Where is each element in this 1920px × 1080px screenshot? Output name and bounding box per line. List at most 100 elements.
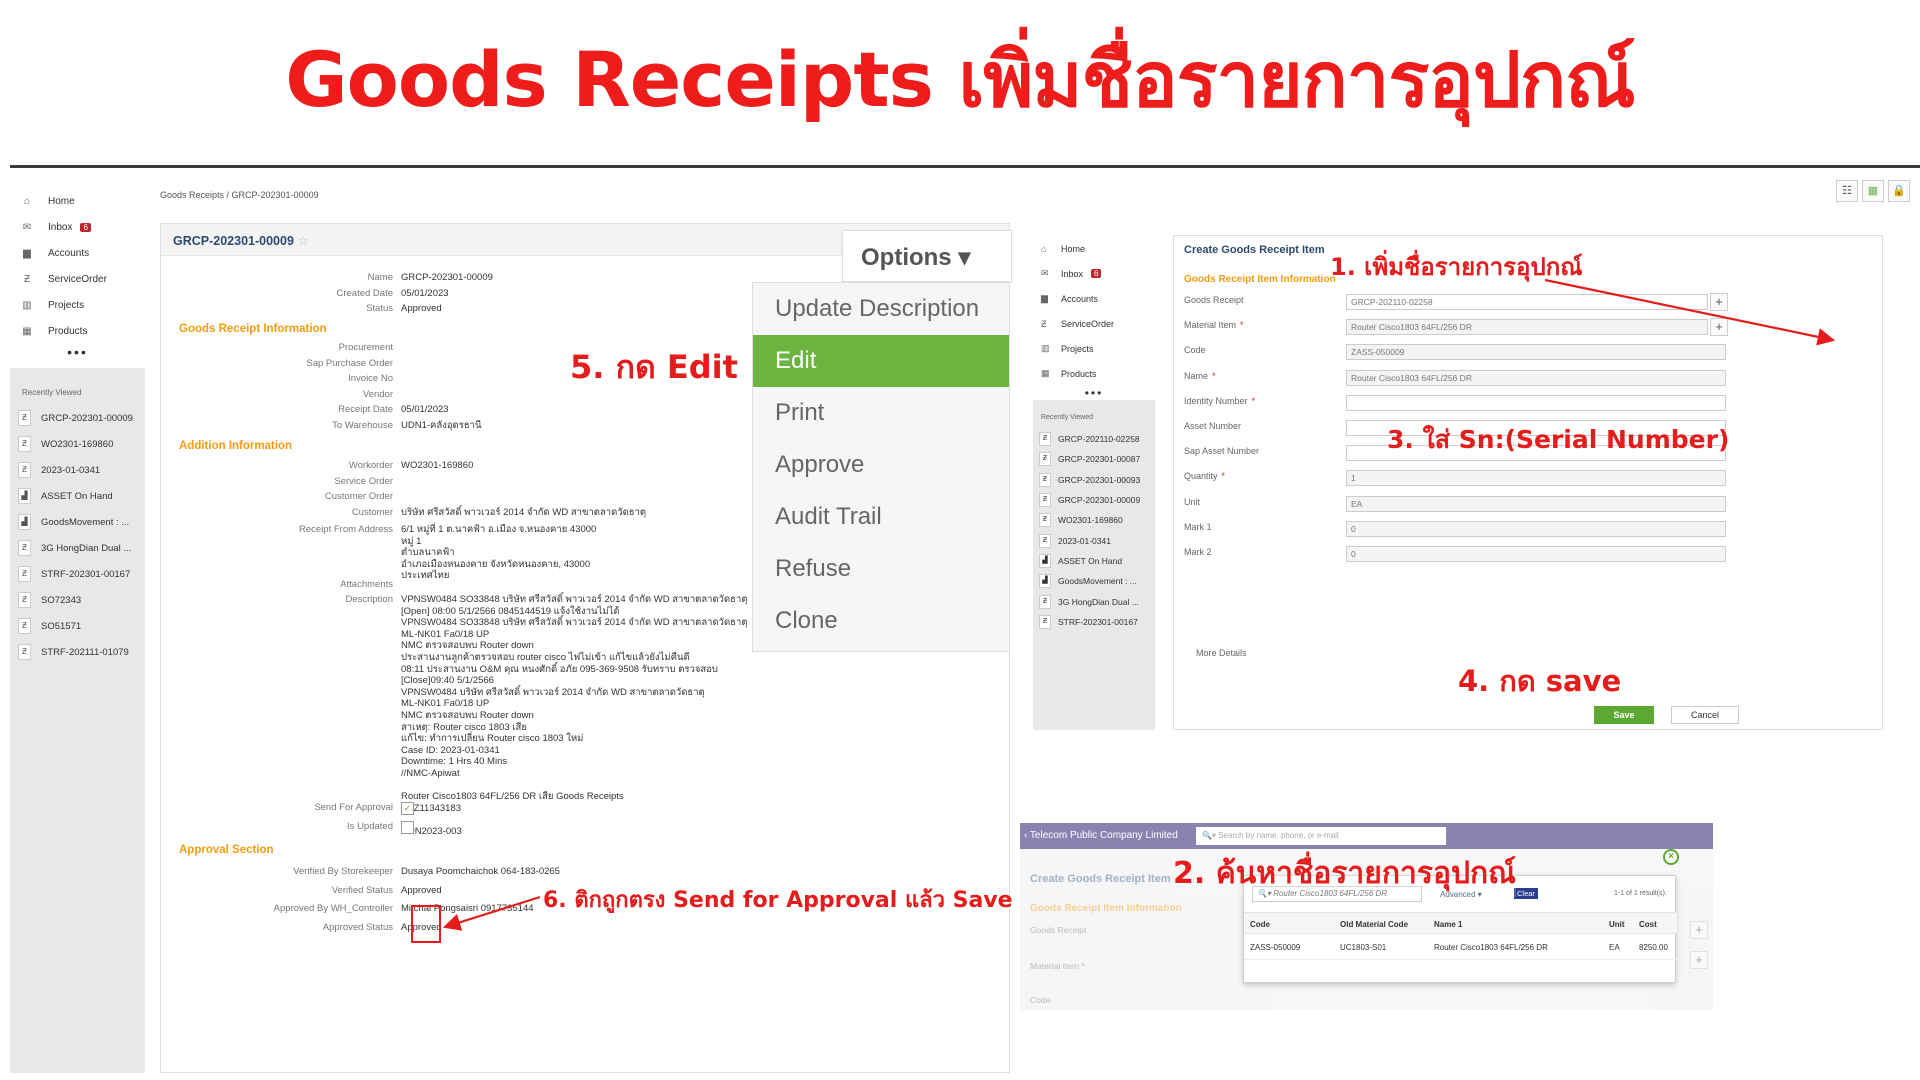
- recent-item-label: STRF-202301-00167: [41, 568, 131, 580]
- more-icon[interactable]: •••: [1033, 386, 1155, 400]
- required-mark: *: [1240, 320, 1244, 331]
- col-cost: Cost: [1639, 920, 1657, 929]
- bg-form-section: Goods Receipt Item Information: [1030, 903, 1182, 914]
- options-menu-item[interactable]: Print: [753, 387, 1009, 439]
- cell-unit: EA: [1609, 943, 1620, 952]
- recent-item[interactable]: ▟ GoodsMovement : ...: [1033, 571, 1155, 591]
- recent-item[interactable]: Ƶ 2023-01-0341: [1033, 530, 1155, 550]
- more-details-link[interactable]: More Details: [1196, 648, 1247, 658]
- options-menu-item[interactable]: Approve: [753, 439, 1009, 491]
- form-input[interactable]: 0: [1346, 546, 1726, 562]
- field-label: Procurement: [338, 342, 393, 353]
- field-value: WO2301-169860: [401, 460, 474, 471]
- recent-item[interactable]: Ƶ GRCP-202301-00009: [1033, 490, 1155, 510]
- is-updated-checkbox[interactable]: [401, 821, 414, 834]
- field-value: UDN1-คลังอุดรธานี: [401, 419, 482, 431]
- sidebar-item-inbox[interactable]: ✉ Inbox 6: [1033, 261, 1155, 286]
- sidebar-item-label: Products: [1061, 368, 1097, 379]
- lock-icon[interactable]: 🔒: [1888, 180, 1910, 202]
- recent-item[interactable]: Ƶ SO51571: [10, 613, 145, 639]
- sidebar-item-accounts[interactable]: ▆ Accounts: [10, 240, 145, 266]
- recent-item[interactable]: Ƶ 3G HongDian Dual ...: [1033, 591, 1155, 611]
- home-icon: ⌂: [1041, 243, 1047, 254]
- field-row: Procurement: [161, 342, 401, 353]
- options-menu-item[interactable]: Edit: [753, 335, 1009, 387]
- close-icon[interactable]: ×: [1663, 849, 1679, 865]
- grid-icon[interactable]: ▦: [1862, 180, 1884, 202]
- bg-label: Code: [1030, 995, 1051, 1005]
- table-header: Code Old Material Code Name 1 Unit Cost: [1244, 912, 1677, 934]
- label-text: Quantity: [1184, 471, 1218, 482]
- form-field-label: Code: [1184, 345, 1210, 355]
- annotation-6: 6. ติกถูกตรง Send for Approval แล้ว Save: [543, 888, 1013, 913]
- filter-icon[interactable]: ☷: [1836, 180, 1858, 202]
- breadcrumb[interactable]: Goods Receipts / GRCP-202301-00009: [160, 190, 319, 200]
- form-input[interactable]: EA: [1346, 495, 1726, 512]
- record-icon: ▟: [1039, 574, 1051, 589]
- form-input[interactable]: ZASS-050009: [1346, 344, 1726, 361]
- record-icon: ▟: [1039, 553, 1051, 568]
- bg-label: Goods Receipt: [1030, 925, 1087, 935]
- global-search-input[interactable]: 🔍▾ Search by name, phone, or e-mail: [1196, 827, 1446, 845]
- recent-item[interactable]: Ƶ WO2301-169860: [1033, 510, 1155, 530]
- recently-viewed-header: Recently Viewed: [1041, 414, 1094, 421]
- form-input[interactable]: GRCP-202110-02258: [1346, 294, 1708, 310]
- recent-item[interactable]: Ƶ STRF-202301-00167: [1033, 612, 1155, 632]
- options-menu-item[interactable]: Audit Trail: [753, 491, 1009, 543]
- recent-item[interactable]: Ƶ WO2301-169860: [10, 431, 145, 457]
- record-icon: Ƶ: [1039, 594, 1051, 609]
- accounts-icon: ▆: [1041, 293, 1048, 303]
- recent-item[interactable]: Ƶ STRF-202301-00167: [10, 561, 145, 587]
- recent-item[interactable]: ▟ ASSET On Hand: [10, 483, 145, 509]
- options-menu-item[interactable]: Refuse: [753, 543, 1009, 595]
- clear-button[interactable]: Clear: [1514, 888, 1538, 899]
- sidebar-item-serviceorder[interactable]: Ƶ ServiceOrder: [10, 266, 145, 292]
- recent-item-label: SO51571: [41, 620, 82, 632]
- record-icon: Ƶ: [18, 462, 31, 478]
- recent-item[interactable]: ▟ ASSET On Hand: [1033, 551, 1155, 571]
- sidebar-item-projects[interactable]: ▥ Projects: [10, 292, 145, 318]
- recent-item[interactable]: Ƶ STRF-202111-01079: [10, 639, 145, 665]
- plus-icon[interactable]: +: [1710, 318, 1728, 337]
- recent-item[interactable]: Ƶ SO72343: [10, 587, 145, 613]
- sidebar-item-inbox[interactable]: ✉ Inbox 6: [10, 214, 145, 240]
- star-icon[interactable]: ☆: [298, 234, 309, 248]
- recent-item[interactable]: Ƶ 2023-01-0341: [10, 457, 145, 483]
- sidebar-item-projects[interactable]: ▥ Projects: [1033, 336, 1155, 361]
- sidebar-item-home[interactable]: ⌂ Home: [10, 188, 145, 214]
- options-menu-item[interactable]: Update Description: [753, 283, 1009, 335]
- form-section: Goods Receipt Item Information: [1184, 274, 1336, 285]
- sidebar-item-products[interactable]: ▦ Products: [10, 318, 145, 344]
- field-label: Receipt Date: [338, 404, 393, 415]
- field-value: Approved: [401, 303, 442, 314]
- form-input[interactable]: 0: [1346, 520, 1726, 537]
- save-button[interactable]: Save: [1594, 706, 1654, 724]
- cancel-button[interactable]: Cancel: [1671, 706, 1739, 724]
- recent-item[interactable]: ▟ GoodsMovement : ...: [10, 509, 145, 535]
- plus-icon[interactable]: +: [1710, 293, 1728, 311]
- options-button[interactable]: Options ▾: [842, 230, 1012, 282]
- recent-item[interactable]: Ƶ 3G HongDian Dual ...: [10, 535, 145, 561]
- recent-item[interactable]: Ƶ GRCP-202110-02258: [1033, 429, 1155, 449]
- sidebar-item-products[interactable]: ▦ Products: [1033, 361, 1155, 386]
- form-field-label: Mark 1: [1184, 522, 1216, 532]
- sidebar-item-serviceorder[interactable]: Ƶ ServiceOrder: [1033, 311, 1155, 336]
- form-input[interactable]: [1346, 394, 1726, 411]
- recent-item[interactable]: Ƶ GRCP-202301-00093: [1033, 470, 1155, 490]
- send-for-approval-checkbox[interactable]: ✓: [401, 802, 414, 815]
- recent-item[interactable]: Ƶ GRCP-202301-00009: [10, 405, 145, 431]
- options-menu-item[interactable]: Clone: [753, 595, 1009, 647]
- sidebar-item-home[interactable]: ⌂ Home: [1033, 236, 1155, 261]
- table-row[interactable]: ZASS-050009 UC1803-S01 Router Cisco1803 …: [1244, 934, 1677, 960]
- form-input[interactable]: Router Cisco1803 64FL/256 DR: [1346, 319, 1708, 336]
- more-icon[interactable]: •••: [10, 344, 145, 360]
- sidebar-item-accounts[interactable]: ▆ Accounts: [1033, 286, 1155, 311]
- label-text: Mark 1: [1184, 521, 1212, 532]
- cell-name: Router Cisco1803 64FL/256 DR: [1434, 943, 1548, 952]
- toolbar: ☷ ▦ 🔒: [1836, 180, 1910, 202]
- field-row: Service Order: [161, 476, 401, 487]
- record-icon: Ƶ: [1039, 452, 1051, 467]
- recent-item[interactable]: Ƶ GRCP-202301-00087: [1033, 449, 1155, 469]
- form-input[interactable]: 1: [1346, 470, 1726, 487]
- form-input[interactable]: Router Cisco1803 64FL/256 DR: [1346, 369, 1726, 386]
